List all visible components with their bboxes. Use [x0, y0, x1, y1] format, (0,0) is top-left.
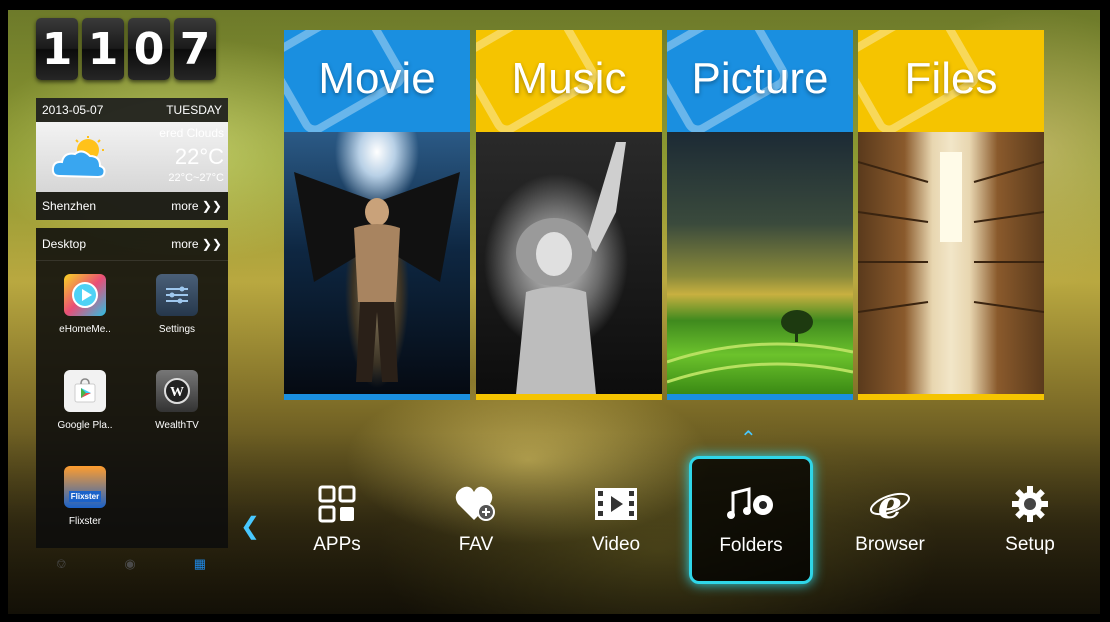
- status-bar: ⎊ ◉ ▦: [56, 556, 206, 572]
- app-label: WealthTV: [155, 420, 199, 431]
- weather-weekday: TUESDAY: [166, 103, 222, 117]
- heart-plus-icon: [416, 480, 536, 528]
- flixster-icon: Flixster: [64, 466, 106, 508]
- bookshelves: [858, 152, 1044, 313]
- ehome-media-icon: [64, 274, 106, 316]
- library-image: [858, 132, 1044, 394]
- film-play-icon: [556, 480, 676, 528]
- angel-figure: [294, 172, 460, 382]
- weather-city: Shenzhen: [42, 199, 97, 213]
- weather-city-bar: Shenzhen more ❯❯: [36, 192, 228, 220]
- tile-underline: [667, 394, 853, 400]
- app-wealthtv[interactable]: W WealthTV: [132, 370, 222, 431]
- movie-poster-image: [284, 132, 470, 394]
- browser-e-icon: e: [830, 480, 950, 528]
- tile-header: Files: [858, 30, 1044, 132]
- google-play-icon: [64, 370, 106, 412]
- tile-picture[interactable]: Picture: [667, 30, 853, 400]
- weather-temperature: 22°C: [174, 144, 224, 169]
- apps-grid-icon: [277, 480, 397, 528]
- weather-more-link[interactable]: more ❯❯: [171, 199, 222, 213]
- usb-icon: ⎊: [56, 556, 67, 571]
- clock-digit: 1: [36, 18, 78, 80]
- weather-date-bar: 2013-05-07 TUESDAY: [36, 98, 228, 122]
- nav-browser[interactable]: e Browser: [830, 458, 950, 580]
- ethernet-icon: ▦: [193, 556, 206, 571]
- app-label: eHomeMe..: [59, 324, 111, 335]
- nav-label: Browser: [855, 534, 925, 555]
- desktop-more-link[interactable]: more ❯❯: [171, 237, 222, 251]
- wifi-icon: ◉: [124, 556, 136, 571]
- nav-label: Video: [591, 534, 641, 555]
- tile-underline: [284, 394, 470, 400]
- tile-files[interactable]: Files: [858, 30, 1044, 400]
- nav-setup[interactable]: Setup: [970, 458, 1090, 580]
- tile-label: Picture: [691, 54, 829, 103]
- nav-apps[interactable]: APPs: [277, 458, 397, 580]
- app-label: Google Pla..: [57, 420, 113, 431]
- svg-text:e: e: [878, 484, 902, 524]
- tree-landscape: [667, 310, 853, 384]
- app-label: Settings: [158, 324, 196, 335]
- app-settings[interactable]: Settings: [132, 274, 222, 335]
- weather-condition: ered Clouds: [159, 126, 224, 140]
- landscape-image: [667, 132, 853, 394]
- weather-body: ered Clouds 22°C 22°C~27°C: [36, 122, 228, 192]
- tile-movie[interactable]: Movie: [284, 30, 470, 400]
- weather-range: 22°C~27°C: [168, 172, 224, 184]
- clock-digit: 0: [128, 18, 170, 80]
- app-label: Flixster: [68, 516, 102, 527]
- tile-underline: [476, 394, 662, 400]
- tile-header: Music: [476, 30, 662, 132]
- weather-date: 2013-05-07: [42, 103, 104, 117]
- scroll-up-arrow-icon[interactable]: ⌃: [740, 426, 757, 451]
- app-flixster[interactable]: Flixster Flixster: [40, 466, 130, 527]
- music-singer-image: [476, 132, 662, 394]
- music-folder-icon: [692, 481, 810, 529]
- flixster-badge: Flixster: [68, 490, 102, 502]
- desktop-header: Desktop more ❯❯: [36, 228, 228, 261]
- svg-text:W: W: [170, 385, 184, 400]
- singer-figure: [516, 142, 626, 394]
- partly-cloudy-icon: [51, 136, 106, 179]
- tile-label: Movie: [318, 54, 436, 103]
- settings-icon: [156, 274, 198, 316]
- clock-digit: 7: [174, 18, 216, 80]
- tile-label: Files: [904, 54, 998, 103]
- tile-music[interactable]: Music: [476, 30, 662, 400]
- flip-clock: 1 1 0 7: [36, 18, 216, 80]
- nav-label: Setup: [1005, 534, 1055, 555]
- clock-digit: 1: [82, 18, 124, 80]
- app-ehomemedia[interactable]: eHomeMe..: [40, 274, 130, 335]
- scroll-left-arrow-icon[interactable]: ❮: [240, 512, 260, 541]
- nav-label: Folders: [719, 535, 783, 556]
- nav-label: APPs: [313, 534, 361, 555]
- desktop-title: Desktop: [42, 237, 87, 251]
- app-google-play[interactable]: Google Pla..: [40, 370, 130, 431]
- wealthtv-icon: W: [156, 370, 198, 412]
- tile-label: Music: [511, 54, 627, 103]
- weather-widget[interactable]: 2013-05-07 TUESDAY ered Clouds 22°C 22°C…: [36, 98, 228, 220]
- gear-icon: [970, 480, 1090, 528]
- tile-underline: [858, 394, 1044, 400]
- nav-folders[interactable]: Folders: [689, 456, 813, 584]
- tile-header: Movie: [284, 30, 470, 132]
- nav-label: FAV: [458, 534, 494, 555]
- nav-video[interactable]: Video: [556, 458, 676, 580]
- nav-fav[interactable]: FAV: [416, 458, 536, 580]
- desktop-panel: Desktop more ❯❯ eHomeMe.. Settings Googl…: [36, 228, 228, 548]
- tile-header: Picture: [667, 30, 853, 132]
